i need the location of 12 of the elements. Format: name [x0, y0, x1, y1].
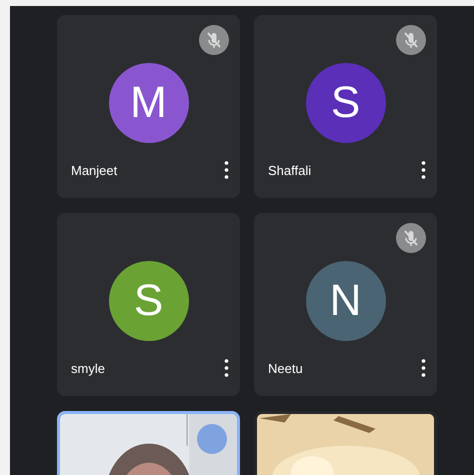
more-options-icon[interactable] [224, 359, 229, 377]
avatar: S [306, 63, 386, 143]
more-options-icon[interactable] [421, 359, 426, 377]
more-options-icon[interactable] [421, 161, 426, 179]
avatar: N [306, 261, 386, 341]
avatar: M [108, 63, 188, 143]
participant-name: Neetu [268, 360, 303, 376]
avatar: S [108, 261, 188, 341]
participant-name: smyle [71, 360, 105, 376]
participant-name: Manjeet [71, 162, 118, 178]
participant-name: Shaffali [268, 162, 312, 178]
more-options-icon[interactable] [224, 161, 229, 179]
